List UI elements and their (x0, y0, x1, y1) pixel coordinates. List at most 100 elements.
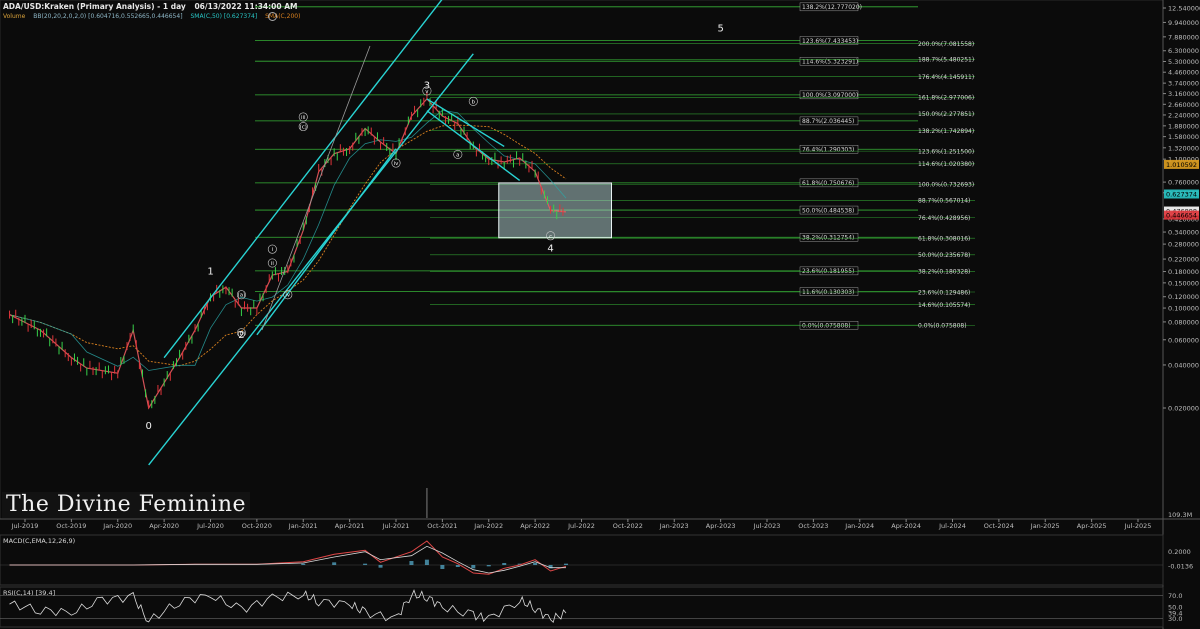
wave-label-0: 0 (145, 421, 151, 432)
fib-label-right: 88.7%(0.567014) (918, 198, 970, 205)
x-tick-label: Apr-2020 (149, 522, 179, 530)
price-badge-label: 1.010592 (1166, 161, 1197, 169)
x-tick-label: Jul-2021 (382, 522, 410, 530)
y-tick-label: 5.300000 (1168, 58, 1199, 66)
rsi-y-label: 70.0 (1168, 592, 1182, 600)
x-tick-label: Jul-2020 (196, 522, 224, 530)
y-tick-label: 9.940000 (1168, 19, 1199, 27)
x-tick-label: Jul-2023 (753, 522, 781, 530)
sma200-line (9, 124, 567, 367)
fib-label-right: 50.0%(0.235678) (918, 252, 970, 259)
x-tick-label: Jan-2021 (288, 522, 318, 530)
x-tick-label: Oct-2019 (56, 522, 86, 530)
wave-labels: 012345(a)(b)iii(c)iiivivivabc (145, 24, 723, 432)
macd-signal-line (9, 545, 566, 574)
rsi-y-label: 30.0 (1168, 615, 1182, 623)
rsi-line (9, 589, 567, 624)
macd-y-label: 0.2000 (1168, 548, 1191, 556)
volume-axis-label: 109.3M (1168, 511, 1192, 519)
gear-icon[interactable] (268, 12, 277, 21)
x-tick-label: Jul-2022 (567, 522, 595, 530)
y-tick-label: 1.880000 (1168, 122, 1199, 130)
y-tick-label: 12.540000 (1168, 5, 1200, 13)
wave-label-5: 5 (717, 24, 723, 35)
fib-label-right: 200.0%(7.081558) (918, 41, 974, 48)
x-tick-label: Apr-2022 (520, 522, 550, 530)
target-box (498, 182, 612, 239)
wave-label-4: 4 (547, 244, 553, 255)
fib-label-right: 123.6%(1.251500) (918, 148, 974, 155)
price-chart[interactable]: 138.2%(12.777020)123.6%(7.433453)114.6%(… (0, 0, 1200, 629)
chart-title: ADA/USD:Kraken (Primary Analysis) - 1 da… (3, 2, 186, 11)
price-series (9, 92, 567, 518)
fib-label-right: 114.6%(1.020380) (918, 161, 974, 168)
y-tick-label: 0.100000 (1168, 305, 1199, 313)
x-tick-label: Jan-2020 (102, 522, 132, 530)
y-tick-label: 0.020000 (1168, 405, 1199, 413)
wave-label-a: a (456, 152, 459, 158)
fib-label-right: 161.8%(2.977006) (918, 95, 974, 102)
x-tick-label: Apr-2025 (1077, 522, 1107, 530)
y-tick-label: 6.300000 (1168, 47, 1199, 55)
macd-y-label: -0.0136 (1168, 562, 1193, 570)
watermark: The Divine Feminine (2, 492, 251, 518)
rsi-label: RSI(C,14) [39.4] (3, 589, 55, 597)
fib-label-right: 150.0%(2.277851) (918, 111, 974, 118)
x-tick-label: Jan-2024 (844, 522, 874, 530)
fib-label-right: 23.6%(0.129486) (918, 289, 970, 296)
y-tick-label: 3.740000 (1168, 80, 1199, 88)
date-axis[interactable]: Jul-2019 Oct-2019 Jan-2020 Apr-2020 Jul-2020… (11, 519, 1152, 530)
fib-label-left: 50.0%(0.484538) (802, 207, 854, 214)
fib-label-left: 100.0%(3.097000) (802, 92, 858, 99)
wave-label-iv: iv (285, 293, 291, 299)
x-tick-label: Oct-2021 (427, 522, 457, 530)
x-tick-label: Apr-2021 (335, 522, 365, 530)
y-tick-label: 0.760000 (1168, 179, 1199, 187)
channel-lower (148, 53, 474, 466)
fib-label-right: 61.8%(0.308016) (918, 235, 970, 242)
channel-upper (163, 0, 443, 359)
fib-label-right: 100.0%(0.732693) (918, 182, 974, 189)
price-badge-label: 0.446654 (1166, 212, 1197, 220)
fib-label-right: 0.0%(0.075808) (918, 323, 967, 330)
price-axis[interactable]: 12.540000 9.940000 7.880000 6.300000 5.30000… (1163, 5, 1200, 520)
y-tick-label: 0.280000 (1168, 241, 1199, 249)
macd-frame (0, 534, 1164, 586)
wave-label-c: (c) (300, 125, 307, 131)
macd-line (9, 540, 567, 575)
bb-label[interactable]: BB(20,20,2,0,2,0) [0.604716,0.552665,0.4… (33, 13, 182, 20)
price-line (9, 98, 567, 410)
y-tick-label: 0.180000 (1168, 268, 1199, 276)
wave-label-1: 1 (207, 267, 213, 278)
rsi-panel[interactable]: RSI(C,14) [39.4] 70.050.039.430.0 (0, 586, 1182, 628)
target-zone (498, 182, 612, 239)
wave-label-iii: iii (301, 115, 306, 121)
x-tick-label: Apr-2024 (891, 522, 921, 530)
fib-label-left: 138.2%(12.777020) (802, 4, 862, 11)
channel-inner (256, 148, 397, 336)
fib-label-left: 76.4%(1.290303) (802, 147, 854, 154)
chart-timestamp: 06/13/2022 11:34:00 AM (194, 2, 298, 11)
y-tick-label: 0.060000 (1168, 336, 1199, 344)
x-tick-label: Oct-2020 (242, 522, 272, 530)
volume-label[interactable]: Volume (3, 13, 25, 20)
x-tick-label: Jan-2025 (1030, 522, 1060, 530)
sma50-label[interactable]: SMA(C,50) [0.627374] (190, 13, 257, 20)
x-tick-label: Jul-2024 (938, 522, 966, 530)
y-tick-label: 0.080000 (1168, 318, 1199, 326)
x-tick-label: Oct-2024 (984, 522, 1014, 530)
rsi-frame (0, 586, 1164, 628)
wave-label-c: c (549, 234, 552, 240)
fib-label-left: 88.7%(2.036445) (802, 118, 854, 125)
y-tick-label: 3.160000 (1168, 90, 1199, 98)
macd-panel[interactable]: MACD(C,EMA,12,26,9) 0.2000 -0.0136 (0, 534, 1193, 586)
y-tick-label: 0.220000 (1168, 256, 1199, 264)
x-tick-label: Oct-2022 (613, 522, 643, 530)
x-tick-label: Jul-2025 (1124, 522, 1152, 530)
wave-label-b: b (472, 99, 476, 105)
y-tick-label: 2.660000 (1168, 101, 1199, 109)
y-tick-label: 1.580000 (1168, 133, 1199, 141)
wave-label-iv: iv (394, 161, 400, 167)
trend-line (261, 45, 371, 331)
trend-channels (148, 0, 521, 466)
